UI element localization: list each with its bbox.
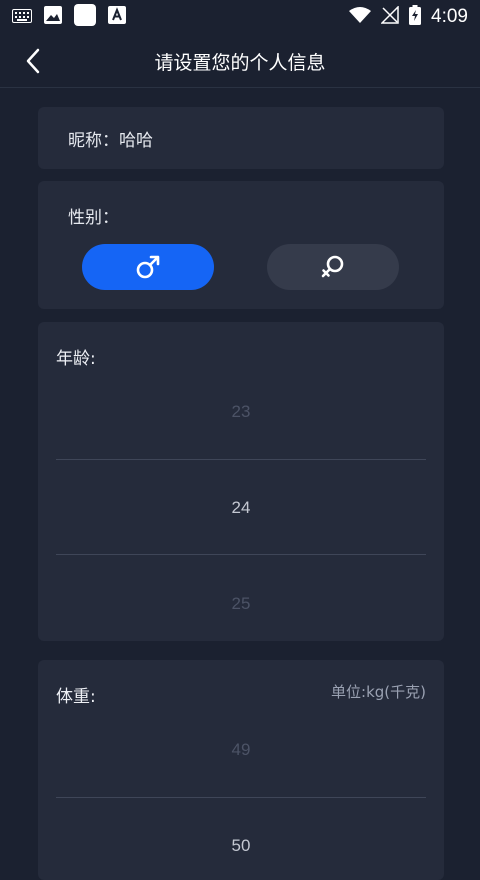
app-bar: 请设置您的个人信息 <box>0 34 480 88</box>
keyboard-icon <box>12 8 32 27</box>
age-option-selected[interactable]: 24 <box>38 498 444 518</box>
weight-unit-label: 单位:kg(千克) <box>331 683 426 701</box>
status-bar: 4:09 <box>0 0 480 34</box>
status-left-icons <box>12 4 126 30</box>
weight-option-above[interactable]: 49 <box>38 740 444 760</box>
nickname-text: 昵称：哈哈 <box>68 130 153 151</box>
clock-time: 4:09 <box>431 6 468 27</box>
age-picker-divider-top <box>56 459 426 460</box>
image-icon <box>44 6 62 28</box>
female-button[interactable] <box>267 244 399 290</box>
age-option-below[interactable]: 25 <box>38 594 444 614</box>
wifi-icon <box>349 6 372 28</box>
chevron-left-icon <box>26 48 40 74</box>
nickname-card[interactable]: 昵称：哈哈 <box>38 107 444 169</box>
no-signal-icon <box>380 5 399 28</box>
gender-card: 性别： <box>38 181 444 309</box>
status-right-icons: 4:09 <box>349 5 468 29</box>
male-button[interactable] <box>82 244 214 290</box>
page-title: 请设置您的个人信息 <box>154 51 326 74</box>
white-square-icon <box>74 4 96 30</box>
weight-label: 体重: <box>56 687 96 707</box>
battery-charging-icon <box>409 5 422 29</box>
back-button[interactable] <box>18 46 48 76</box>
age-option-above[interactable]: 23 <box>38 402 444 422</box>
age-card: 年龄: 23 24 25 <box>38 322 444 641</box>
text-a-icon <box>108 6 126 28</box>
gender-label: 性别： <box>68 208 119 228</box>
age-label: 年龄: <box>56 349 96 369</box>
age-picker-divider-bottom <box>56 554 426 555</box>
male-symbol-icon <box>136 255 160 279</box>
weight-picker-divider-top <box>56 797 426 798</box>
weight-card: 体重: 单位:kg(千克) 49 50 <box>38 660 444 880</box>
weight-option-selected[interactable]: 50 <box>38 836 444 856</box>
female-symbol-icon <box>321 255 344 278</box>
